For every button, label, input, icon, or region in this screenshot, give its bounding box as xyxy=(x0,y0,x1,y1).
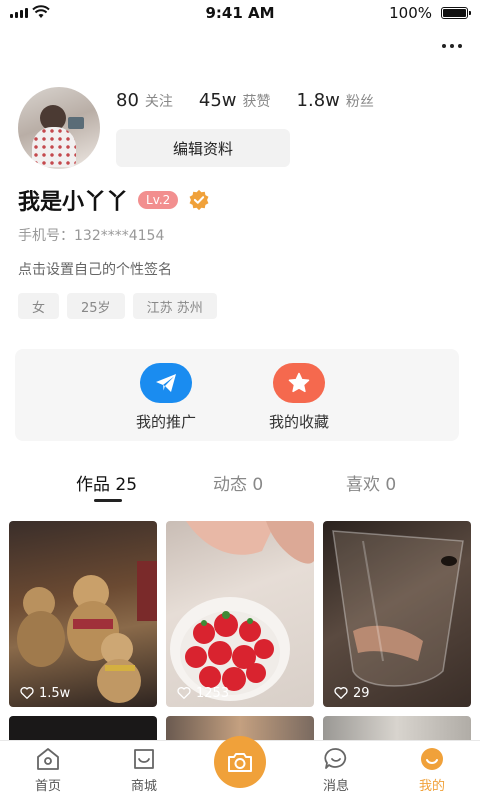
nav-home[interactable]: 首页 xyxy=(18,747,78,794)
stat-label: 粉丝 xyxy=(345,94,374,110)
tab-likes[interactable]: 喜欢 0 xyxy=(346,470,396,495)
tab-activity[interactable]: 动态 0 xyxy=(213,470,263,495)
bottom-nav: 首页 商城 消息 我的 xyxy=(0,736,480,800)
phone-number: 手机号：132****4154 xyxy=(18,228,165,244)
heart-icon xyxy=(20,687,34,699)
shopping-bag-icon xyxy=(134,749,154,769)
action-card: 我的推广 我的收藏 xyxy=(15,349,459,441)
battery-icon xyxy=(441,7,471,19)
nav-label: 消息 xyxy=(322,779,349,794)
likes-count: 29 xyxy=(333,685,370,701)
paper-plane-icon xyxy=(140,363,192,403)
my-promotion-button[interactable]: 我的推广 xyxy=(136,363,196,432)
nav-label: 商城 xyxy=(130,779,157,794)
likes-value: 1253 xyxy=(196,685,230,701)
user-name: 我是小丫丫 xyxy=(18,190,129,215)
home-icon xyxy=(37,748,59,770)
nav-mine[interactable]: 我的 xyxy=(402,747,462,794)
more-options-icon[interactable] xyxy=(442,44,462,48)
likes-count: 1253 xyxy=(176,685,229,701)
stat-likes[interactable]: 45w 获赞 xyxy=(199,90,271,111)
stat-value: 45w xyxy=(198,90,237,111)
my-favorites-button[interactable]: 我的收藏 xyxy=(269,363,329,432)
level-badge: Lv.2 xyxy=(138,191,179,209)
tag-gender: 女 xyxy=(18,293,60,319)
stat-label: 关注 xyxy=(144,94,173,110)
post-thumbnail[interactable]: 29 xyxy=(323,521,471,707)
star-icon xyxy=(273,363,325,403)
heart-icon xyxy=(334,687,348,699)
battery-percent: 100% xyxy=(389,4,432,22)
likes-count: 1.5w xyxy=(19,685,70,701)
action-label: 我的推广 xyxy=(136,413,197,431)
post-thumbnail[interactable]: 1253 xyxy=(166,521,314,707)
profile-stats: 80 关注 45w 获赞 1.8w 粉丝 xyxy=(116,90,374,111)
message-icon xyxy=(324,748,347,769)
stat-value: 80 xyxy=(116,90,139,111)
tab-indicator xyxy=(94,499,122,502)
verified-icon xyxy=(189,189,209,211)
edit-profile-button[interactable]: 编辑资料 xyxy=(116,129,290,167)
stat-fans[interactable]: 1.8w 粉丝 xyxy=(297,90,374,111)
tag-location: 江苏 苏州 xyxy=(132,293,217,319)
nav-label: 首页 xyxy=(34,779,61,794)
camera-icon xyxy=(228,753,252,772)
tag-age: 25岁 xyxy=(67,293,125,319)
status-bar: 9:41 AM 100% xyxy=(0,0,480,26)
stat-following[interactable]: 80 关注 xyxy=(116,90,173,111)
post-thumbnail[interactable]: 1.5w xyxy=(9,521,157,707)
name-row: 我是小丫丫 Lv.2 xyxy=(18,184,210,216)
nav-label: 我的 xyxy=(418,779,445,794)
stat-value: 1.8w xyxy=(296,90,340,111)
tab-works[interactable]: 作品 25 xyxy=(76,470,137,495)
profile-tags: 女 25岁 江苏 苏州 xyxy=(18,293,217,319)
signature-prompt[interactable]: 点击设置自己的个性签名 xyxy=(18,259,172,279)
likes-value: 1.5w xyxy=(39,685,71,701)
nav-messages[interactable]: 消息 xyxy=(306,747,366,794)
content-tabs: 作品 25 动态 0 喜欢 0 xyxy=(0,470,480,502)
nav-mall[interactable]: 商城 xyxy=(114,747,174,794)
camera-button[interactable] xyxy=(214,736,266,788)
avatar[interactable] xyxy=(18,87,100,169)
profile-face-icon xyxy=(421,748,443,770)
heart-icon xyxy=(177,687,191,699)
likes-value: 29 xyxy=(353,685,370,701)
stat-label: 获赞 xyxy=(242,94,271,110)
action-label: 我的收藏 xyxy=(269,413,330,431)
